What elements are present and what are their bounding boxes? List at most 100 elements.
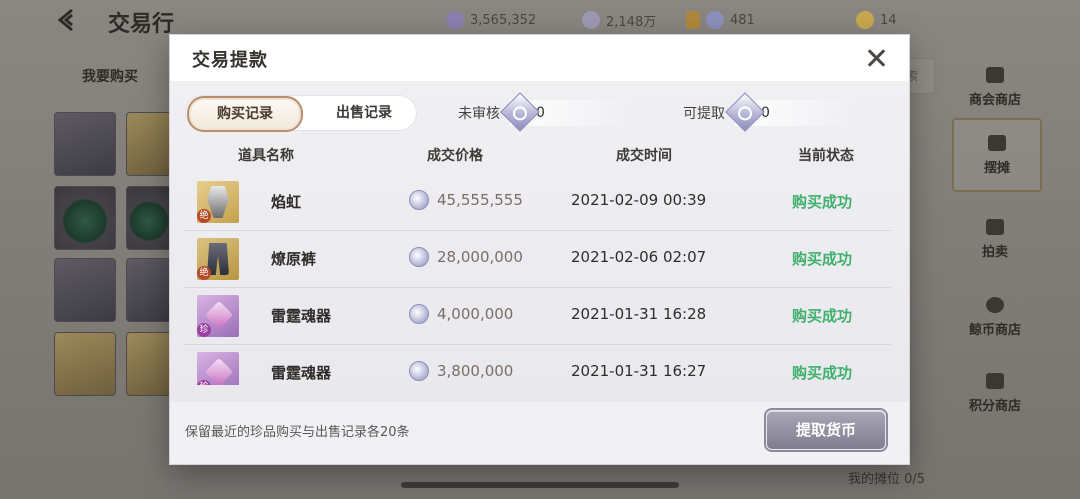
column-status: 当前状态 <box>798 148 854 164</box>
table-row[interactable]: 绝 焰虹 45,555,555 2021-02-09 00:39 购买成功 <box>185 174 891 231</box>
merchant-icon <box>986 66 1004 83</box>
tab-buy[interactable]: 我要购买 <box>82 66 138 86</box>
side-stall[interactable]: 摆摊 <box>952 118 1042 192</box>
grade-badge: 珍 <box>197 323 211 337</box>
unreviewed-label: 未审核 <box>458 106 500 122</box>
coin-icon <box>409 304 429 324</box>
grade-badge: 珍 <box>197 380 211 385</box>
status-badge: 购买成功 <box>792 193 853 211</box>
footer-note: 保留最近的珍品购买与出售记录各20条 <box>185 425 410 440</box>
item-name: 燎原裤 <box>271 250 317 268</box>
grid-cell[interactable] <box>54 258 116 322</box>
resource-value: 481 <box>730 12 755 28</box>
side-label: 商会商店 <box>968 92 1021 108</box>
grid-cell[interactable] <box>126 332 172 396</box>
column-time: 成交时间 <box>616 148 672 164</box>
grid-cell[interactable] <box>54 112 116 176</box>
unreviewed-stat: 未审核 0 <box>458 92 630 132</box>
grid-cell[interactable] <box>126 186 172 250</box>
grid-cell[interactable] <box>54 186 116 250</box>
lock-icon <box>686 11 700 29</box>
points-shop-icon <box>986 372 1004 389</box>
side-auction[interactable]: 拍卖 <box>952 204 1038 274</box>
withdraw-currency-button[interactable]: 提取货币 <box>766 410 886 450</box>
price-cell: 28,000,000 <box>409 247 523 267</box>
price-cell: 4,000,000 <box>409 304 513 324</box>
price-cell: 45,555,555 <box>409 190 523 210</box>
resource-gold: 14 <box>856 10 897 30</box>
table-row[interactable]: 绝 燎原裤 28,000,000 2021-02-06 02:07 购买成功 <box>185 231 891 288</box>
jing-coin-icon <box>582 11 600 29</box>
stall-icon <box>988 134 1006 151</box>
status-badge: 购买成功 <box>792 364 853 382</box>
tab-sale-records[interactable]: 出售记录 <box>311 95 417 131</box>
page-title: 交易行 <box>108 12 175 37</box>
resource-silver: 3,565,352 <box>446 10 536 30</box>
status-badge: 购买成功 <box>792 307 853 325</box>
column-price: 成交价格 <box>427 148 483 164</box>
home-indicator[interactable] <box>401 482 679 488</box>
whale-coin-icon <box>986 296 1004 313</box>
soul-artifact-icon: 珍 <box>197 295 239 337</box>
resource-jing: 2,148万 <box>582 10 656 30</box>
top-bar: 交易行 3,565,352 2,148万 481 14 <box>0 0 1080 40</box>
column-item: 道具名称 <box>238 148 294 164</box>
withdraw-dialog: 交易提款 购买记录 出售记录 未审核 0 可提取 0 道具名称 成交价格 成交时… <box>170 35 909 464</box>
side-label: 积分商店 <box>968 398 1021 414</box>
resource-value: 14 <box>880 12 897 28</box>
price-value: 45,555,555 <box>437 191 523 209</box>
bound-coin-icon <box>706 11 724 29</box>
soul-artifact-icon: 珍 <box>197 352 239 385</box>
pants-icon: 绝 <box>197 238 239 280</box>
withdrawable-bar: 0 <box>725 92 855 132</box>
price-value: 28,000,000 <box>437 248 523 266</box>
stall-count: 我的摊位 0/5 <box>848 472 926 487</box>
item-name: 雷霆魂器 <box>271 364 332 382</box>
side-label: 摆摊 <box>983 160 1010 176</box>
resource-bound: 481 <box>686 10 755 30</box>
side-whale-shop[interactable]: 鲸币商店 <box>952 282 1038 352</box>
unreviewed-bar: 0 <box>500 92 630 132</box>
record-tabs: 购买记录 出售记录 <box>185 95 417 132</box>
back-arrow-icon[interactable] <box>58 8 84 32</box>
grade-badge: 绝 <box>197 209 211 223</box>
side-points-shop[interactable]: 积分商店 <box>952 358 1038 428</box>
close-icon[interactable] <box>864 46 888 70</box>
dialog-title: 交易提款 <box>192 50 268 71</box>
table-row[interactable]: 珍 雷霆魂器 4,000,000 2021-01-31 16:28 购买成功 <box>185 288 891 345</box>
price-value: 4,000,000 <box>437 305 514 323</box>
item-name: 焰虹 <box>271 193 302 211</box>
weapon-icon: 绝 <box>197 181 239 223</box>
table-row[interactable]: 珍 雷霆魂器 3,800,000 2021-01-31 16:27 购买成功 <box>185 345 891 385</box>
trade-time: 2021-02-09 00:39 <box>571 191 707 209</box>
price-value: 3,800,000 <box>437 362 514 380</box>
coin-icon <box>409 190 429 210</box>
dialog-header: 交易提款 <box>170 35 909 81</box>
currency-diamond-icon <box>725 92 765 132</box>
coin-icon <box>409 361 429 381</box>
currency-diamond-icon <box>500 92 540 132</box>
item-name: 雷霆魂器 <box>271 307 332 325</box>
side-label: 拍卖 <box>981 244 1008 260</box>
status-badge: 购买成功 <box>792 250 853 268</box>
silver-coin-icon <box>446 11 464 29</box>
search-box[interactable]: 索 <box>905 58 935 94</box>
resource-value: 3,565,352 <box>470 12 537 28</box>
price-cell: 3,800,000 <box>409 361 513 381</box>
hammer-icon <box>986 218 1004 235</box>
resource-value: 2,148万 <box>606 14 657 30</box>
trade-time: 2021-02-06 02:07 <box>571 248 707 266</box>
gold-coin-icon <box>856 11 874 29</box>
coin-icon <box>409 247 429 267</box>
grid-cell[interactable] <box>126 258 172 322</box>
side-label: 鲸币商店 <box>968 322 1021 338</box>
tab-purchase-records[interactable]: 购买记录 <box>187 96 303 132</box>
withdrawable-label: 可提取 <box>683 106 725 122</box>
withdrawable-stat: 可提取 0 <box>683 92 855 132</box>
grid-cell[interactable] <box>126 112 172 176</box>
grid-cell[interactable] <box>54 332 116 396</box>
trade-time: 2021-01-31 16:27 <box>571 362 707 380</box>
side-merchant[interactable]: 商会商店 <box>952 52 1038 122</box>
grade-badge: 绝 <box>197 266 211 280</box>
trade-time: 2021-01-31 16:28 <box>571 305 707 323</box>
